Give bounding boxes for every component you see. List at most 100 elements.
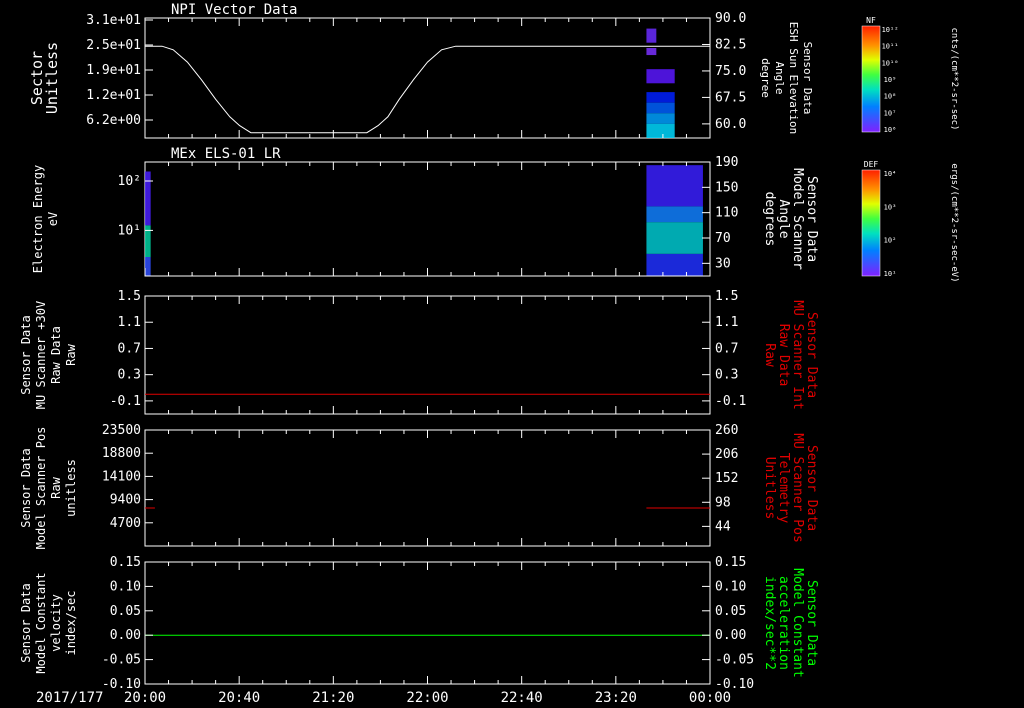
- spectrogram-block: [646, 92, 675, 103]
- colorbar-ramp: [861, 25, 881, 133]
- right-tick-label: 190: [715, 155, 738, 170]
- colorbar-ramp: [861, 169, 881, 277]
- right-tick-label: 70: [715, 231, 731, 246]
- time-tick-label: 22:40: [501, 690, 543, 706]
- colorbar-tick-label: 10³: [884, 203, 897, 211]
- right-tick-label: 150: [715, 180, 738, 195]
- left-tick-label: 6.2e+00: [86, 113, 141, 128]
- spectrogram-block: [646, 253, 703, 276]
- left-axis-label: Sensor Data: [19, 583, 33, 662]
- right-axis-label: Sensor Data: [804, 176, 819, 262]
- right-axis-label: degree: [759, 58, 772, 98]
- colorbar-tick-label: 10²: [884, 237, 897, 245]
- colorbar-tick-label: 10⁴: [884, 170, 897, 178]
- colorbar-tick-label: 10⁷: [884, 109, 897, 117]
- panel-title: MEx ELS-01 LR: [171, 146, 281, 162]
- left-tick-label: 23500: [102, 423, 141, 438]
- left-axis-label: Model Scanner Pos: [34, 427, 48, 550]
- right-tick-label: 98: [715, 495, 731, 510]
- right-tick-label: 44: [715, 519, 731, 534]
- time-tick-label: 00:00: [689, 690, 731, 706]
- left-tick-label: -0.1: [110, 394, 141, 409]
- left-tick-label: 1.1: [118, 315, 141, 330]
- right-tick-label: 0.05: [715, 604, 746, 619]
- spectrogram-block: [646, 222, 703, 254]
- right-tick-label: -0.05: [715, 653, 754, 668]
- colorbar-tick-label: 10¹⁰: [882, 59, 899, 67]
- spectrogram-block: [646, 123, 675, 138]
- right-axis-label: Telemetry: [776, 453, 791, 524]
- right-tick-label: 1.1: [715, 315, 738, 330]
- left-tick-label: -0.05: [102, 653, 141, 668]
- left-tick-label: 10²: [118, 174, 141, 189]
- left-axis-label: velocity: [49, 594, 63, 652]
- left-tick-label: 3.1e+01: [86, 13, 141, 28]
- right-axis-label: index/sec**2: [762, 576, 777, 670]
- right-tick-label: 90.0: [715, 11, 746, 26]
- left-axis-label: MU Scanner +30V: [34, 301, 48, 409]
- left-tick-label: 0.05: [110, 604, 141, 619]
- left-tick-label: 0.7: [118, 341, 141, 356]
- left-tick-label: 0.10: [110, 579, 141, 594]
- right-axis-label: Model Scanner: [790, 168, 805, 270]
- right-tick-label: 67.5: [715, 90, 746, 105]
- right-tick-label: 206: [715, 447, 738, 462]
- left-tick-label: 1.5: [118, 289, 141, 304]
- colorbar-title: DEF: [864, 160, 879, 169]
- left-tick-label: 0.3: [118, 368, 141, 383]
- right-axis-label: Raw: [762, 343, 777, 367]
- colorbar-tick-label: 10⁹: [884, 76, 897, 84]
- right-tick-label: 260: [715, 423, 738, 438]
- right-axis-label: Unitless: [762, 457, 777, 520]
- date-label: 2017/177: [36, 690, 103, 706]
- colorbar-tick-label: 10¹²: [882, 26, 899, 34]
- multi-panel-time-series-plot: 3.1e+01 2.5e+01 1.9e+01 1.2e+01 6.2e+00 90.0 8…: [0, 0, 1024, 708]
- left-axis-label: Sensor Data: [19, 448, 33, 527]
- right-tick-label: 152: [715, 471, 738, 486]
- left-tick-label: 0.15: [110, 555, 141, 570]
- right-tick-label: 30: [715, 256, 731, 271]
- right-tick-label: 82.5: [715, 37, 746, 52]
- left-axis-label: Raw: [49, 476, 63, 498]
- right-axis-label: Angle: [776, 199, 791, 238]
- spectrogram-block: [145, 171, 151, 226]
- right-axis-label: Angle: [773, 61, 786, 94]
- right-axis-label: MU Scanner Pos: [790, 433, 805, 543]
- right-tick-label: 75.0: [715, 64, 746, 79]
- right-tick-label: 1.5: [715, 289, 738, 304]
- spectrogram-block: [646, 206, 703, 223]
- colorbar-unit-label: cnts/(cm**2-sr-sec): [949, 28, 959, 131]
- right-axis-label: acceleration: [776, 576, 791, 670]
- left-tick-label: 1.9e+01: [86, 63, 141, 78]
- left-tick-label: 10¹: [118, 223, 141, 238]
- right-axis-label: Model Constant: [790, 568, 805, 678]
- left-axis-label: Model Constant: [34, 572, 48, 673]
- right-axis-label: Sensor Data: [804, 312, 819, 398]
- spectrogram-block: [646, 113, 675, 124]
- right-axis-label: MU Scanner Int: [790, 300, 805, 410]
- left-tick-label: 18800: [102, 446, 141, 461]
- left-axis-label: Raw Data: [49, 326, 63, 384]
- panel-title: NPI Vector Data: [171, 2, 297, 18]
- colorbar-tick-label: 10¹¹: [882, 43, 899, 51]
- time-tick-label: 20:40: [218, 690, 260, 706]
- left-axis-label: Electron Energy: [31, 165, 45, 273]
- left-tick-label: 1.2e+01: [86, 88, 141, 103]
- left-tick-label: 9400: [110, 493, 141, 508]
- left-axis-label: unitless: [64, 459, 78, 517]
- left-axis-label: Raw: [64, 343, 78, 365]
- left-axis-label: Sensor Data: [19, 315, 33, 394]
- right-axis-label: degrees: [762, 192, 777, 247]
- right-tick-label: 0.15: [715, 555, 746, 570]
- time-tick-label: 20:00: [124, 690, 166, 706]
- spectrogram-block: [145, 257, 151, 276]
- time-tick-label: 23:20: [595, 690, 637, 706]
- colorbar-tick-label: 10⁸: [884, 93, 897, 101]
- colorbar-tick-label: 10¹: [884, 270, 897, 278]
- right-axis-label: Raw Data: [776, 324, 791, 387]
- left-tick-label: 4700: [110, 516, 141, 531]
- spectrogram-block: [646, 69, 675, 84]
- right-tick-label: -0.1: [715, 394, 746, 409]
- left-axis-label: index/sec: [64, 590, 78, 655]
- left-tick-label: 0.00: [110, 628, 141, 643]
